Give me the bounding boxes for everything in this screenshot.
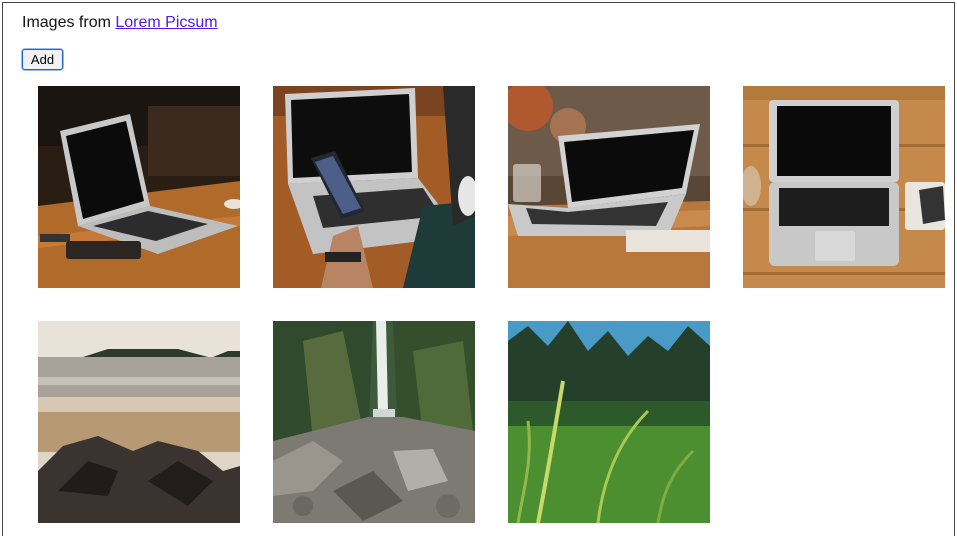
gallery-image (743, 86, 945, 288)
gallery-image (38, 321, 240, 523)
intro-text: Images from Lorem Picsum (22, 13, 218, 33)
landscape-photo-icon (273, 321, 475, 523)
gallery-image (38, 86, 240, 288)
landscape-photo-icon (38, 321, 240, 523)
gallery-image (273, 321, 475, 523)
gallery-image (273, 86, 475, 288)
laptop-photo-icon (38, 86, 240, 288)
lorem-picsum-link[interactable]: Lorem Picsum (115, 14, 217, 31)
gallery-image (508, 86, 710, 288)
laptop-photo-icon (273, 86, 475, 288)
laptop-photo-icon (508, 86, 710, 288)
add-button[interactable]: Add (22, 49, 63, 70)
gallery-image (508, 321, 710, 523)
intro-prefix: Images from (22, 14, 116, 31)
landscape-photo-icon (508, 321, 710, 523)
laptop-photo-icon (743, 86, 945, 288)
